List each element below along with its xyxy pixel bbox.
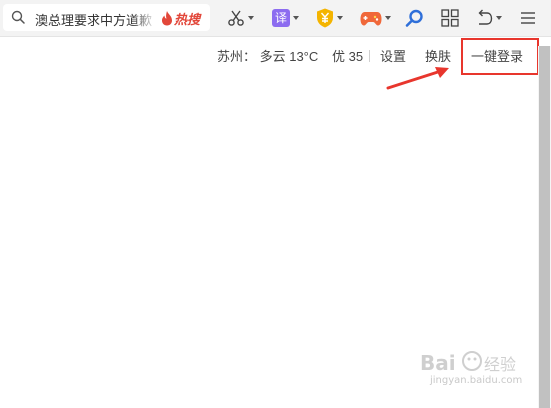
screenshot-tool-button[interactable]	[227, 7, 254, 29]
apps-grid-button[interactable]	[441, 7, 459, 29]
magnifier-icon	[11, 10, 25, 24]
divider	[369, 50, 370, 62]
search-tool-button[interactable]	[405, 7, 424, 29]
highlight-box	[461, 38, 539, 75]
apps-grid-icon	[441, 9, 459, 27]
chevron-down-icon	[248, 16, 254, 20]
undo-icon	[478, 9, 493, 25]
chevron-down-icon	[337, 16, 343, 20]
search-query-text[interactable]: 澳总理要求中方道歉	[35, 10, 157, 29]
menu-icon	[521, 12, 535, 24]
hot-search-box[interactable]: 澳总理要求中方道歉 热搜	[3, 4, 210, 31]
hot-search-badge[interactable]: 热搜	[161, 9, 200, 28]
settings-link[interactable]: 设置	[380, 46, 406, 65]
air-quality-text[interactable]: 优 35	[332, 46, 363, 65]
translate-icon: 译	[272, 9, 290, 27]
browser-toolbar: 澳总理要求中方道歉 热搜 译	[0, 0, 551, 37]
chevron-down-icon	[385, 16, 391, 20]
main-menu-button[interactable]	[520, 7, 536, 29]
restore-tab-button[interactable]	[475, 7, 502, 29]
vertical-scrollbar[interactable]	[538, 46, 551, 408]
svg-text:Bai: Bai	[420, 351, 456, 375]
game-tool-button[interactable]	[360, 7, 391, 29]
chevron-down-icon	[293, 16, 299, 20]
weather-text[interactable]: 苏州： 多云 13°C	[217, 46, 318, 65]
svg-text:经验: 经验	[484, 355, 516, 374]
search-icon	[405, 9, 423, 27]
chevron-down-icon	[496, 16, 502, 20]
finance-tool-button[interactable]	[316, 7, 343, 29]
change-skin-link[interactable]: 换肤	[425, 46, 451, 65]
scissors-icon	[228, 10, 244, 26]
watermark-url: jingyan.baidu.com	[430, 375, 523, 386]
flame-icon	[162, 11, 172, 26]
shield-yen-icon	[317, 8, 333, 28]
hot-search-label: 热搜	[174, 12, 201, 27]
baidu-jingyan-watermark: Bai 经验	[420, 351, 516, 375]
translate-tool-button[interactable]: 译	[272, 7, 299, 29]
gamepad-icon	[360, 12, 382, 26]
scrollbar-thumb[interactable]	[539, 46, 550, 408]
annotation-arrow	[386, 67, 449, 90]
